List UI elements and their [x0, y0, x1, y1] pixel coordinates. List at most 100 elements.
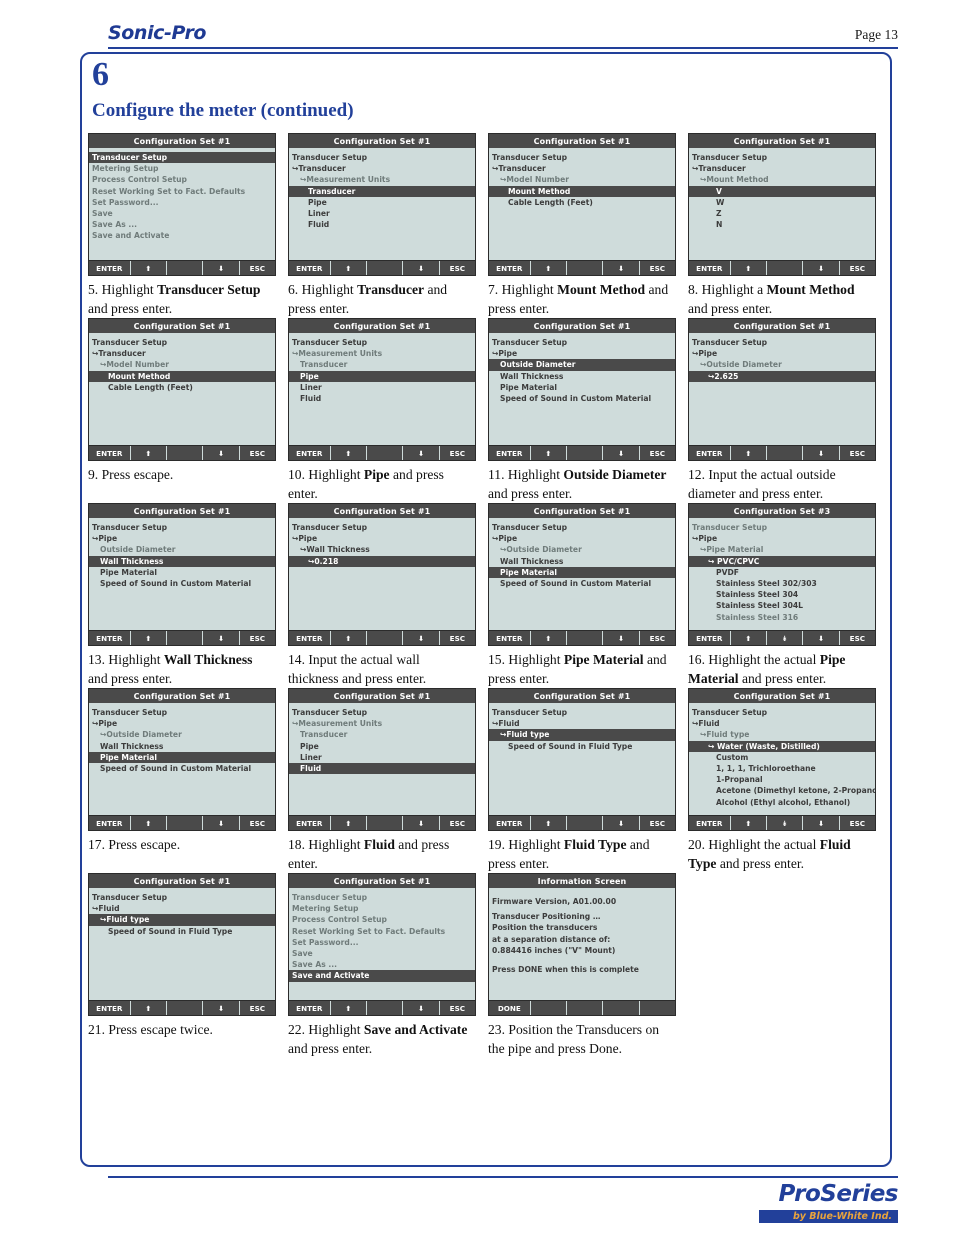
lcd-menu-item[interactable]: ↪Pipe	[89, 718, 275, 729]
lcd-menu-item[interactable]: Cable Length (Feet)	[89, 382, 275, 393]
softkey-enter[interactable]: ENTER	[89, 446, 131, 460]
lcd-menu-item-selected[interactable]: ↪2.625	[689, 370, 875, 382]
softkey-esc[interactable]: ESC	[840, 631, 875, 645]
lcd-menu-item[interactable]: PVDF	[689, 567, 875, 578]
lcd-menu-item[interactable]: ↪Pipe	[489, 533, 675, 544]
arrow-up-icon[interactable]: ⬆	[731, 631, 767, 645]
softkey-enter[interactable]: ENTER	[289, 816, 331, 830]
softkey-blank[interactable]	[167, 1001, 204, 1015]
arrow-up-icon[interactable]: ⬆	[531, 631, 567, 645]
softkey-blank[interactable]	[640, 1001, 675, 1015]
softkey-esc[interactable]: ESC	[640, 446, 675, 460]
softkey-blank[interactable]	[167, 631, 204, 645]
lcd-menu-item[interactable]: ↪Model Number	[489, 174, 675, 185]
arrow-up-icon[interactable]: ⬆	[531, 261, 567, 275]
lcd-menu-item[interactable]: ↪Fluid	[489, 718, 675, 729]
lcd-menu-item[interactable]: Pipe	[289, 741, 475, 752]
arrow-up-icon[interactable]: ⬆	[131, 446, 167, 460]
lcd-menu-item[interactable]: 1-Propanal	[689, 774, 875, 785]
softkey-blank[interactable]	[367, 816, 404, 830]
lcd-menu-item[interactable]: Press DONE when this is complete	[489, 964, 675, 975]
arrow-up-icon[interactable]: ⬆	[331, 1001, 367, 1015]
lcd-menu-item-selected[interactable]: Pipe Material	[89, 751, 275, 763]
lcd-menu-item[interactable]: Metering Setup	[289, 903, 475, 914]
softkey-esc[interactable]: ESC	[440, 631, 475, 645]
softkey-blank[interactable]	[367, 1001, 404, 1015]
lcd-menu-item[interactable]: ↪Transducer	[489, 163, 675, 174]
lcd-menu-item[interactable]: Transducer Setup	[689, 522, 875, 533]
lcd-menu-item[interactable]: 0.884416 inches ("V" Mount)	[489, 945, 675, 956]
lcd-menu-item-selected[interactable]: ↪Fluid type	[489, 729, 675, 741]
arrow-down-icon[interactable]: ⬇	[203, 1001, 240, 1015]
lcd-menu-item[interactable]: Outside Diameter	[89, 544, 275, 555]
lcd-menu-item[interactable]: Save As ...	[89, 219, 275, 230]
arrow-up-icon[interactable]: ⬆	[331, 446, 367, 460]
arrow-down-icon[interactable]: ⬇	[603, 631, 640, 645]
softkey-enter[interactable]: ENTER	[689, 261, 731, 275]
softkey-esc[interactable]: ESC	[440, 816, 475, 830]
softkey-enter[interactable]: ENTER	[289, 631, 331, 645]
lcd-menu-item[interactable]: Set Password...	[289, 937, 475, 948]
lcd-menu-item-selected[interactable]: Mount Method	[489, 185, 675, 197]
page-down-icon[interactable]: ↡	[767, 631, 804, 645]
lcd-menu-item[interactable]: ↪Measurement Units	[289, 718, 475, 729]
softkey-blank[interactable]	[603, 1001, 640, 1015]
arrow-down-icon[interactable]: ⬇	[403, 816, 440, 830]
arrow-down-icon[interactable]: ⬇	[403, 446, 440, 460]
lcd-menu-item[interactable]: ↪Pipe	[289, 533, 475, 544]
lcd-menu-item[interactable]: Alcohol (Ethyl alcohol, Ethanol)	[689, 797, 875, 808]
lcd-menu-item[interactable]: Transducer Positioning …	[489, 911, 675, 922]
softkey-enter[interactable]: ENTER	[489, 261, 531, 275]
arrow-down-icon[interactable]: ⬇	[403, 631, 440, 645]
lcd-menu-item[interactable]: Stainless Steel 302/303	[689, 578, 875, 589]
lcd-menu-item[interactable]: ↪Transducer	[689, 163, 875, 174]
lcd-menu-item[interactable]: Liner	[289, 752, 475, 763]
softkey-blank[interactable]	[167, 816, 204, 830]
lcd-menu-item[interactable]: Speed of Sound in Custom Material	[89, 578, 275, 589]
lcd-menu-item[interactable]: Z	[689, 208, 875, 219]
lcd-menu-item[interactable]: Speed of Sound in Custom Material	[489, 578, 675, 589]
lcd-menu-item[interactable]: Transducer Setup	[689, 152, 875, 163]
lcd-menu-item[interactable]: Transducer Setup	[289, 337, 475, 348]
page-down-icon[interactable]: ↡	[767, 816, 804, 830]
lcd-menu-item[interactable]: Transducer	[289, 729, 475, 740]
lcd-menu-item[interactable]: ↪Pipe Material	[689, 544, 875, 555]
arrow-up-icon[interactable]: ⬆	[731, 816, 767, 830]
arrow-down-icon[interactable]: ⬇	[403, 1001, 440, 1015]
softkey-blank[interactable]	[767, 446, 804, 460]
lcd-menu-item[interactable]: 1, 1, 1, Trichloroethane	[689, 763, 875, 774]
lcd-menu-item[interactable]: Speed of Sound in Fluid Type	[89, 926, 275, 937]
lcd-menu-item[interactable]: Transducer	[289, 359, 475, 370]
lcd-menu-item[interactable]: ↪Fluid	[89, 903, 275, 914]
softkey-esc[interactable]: ESC	[840, 816, 875, 830]
lcd-menu-item[interactable]: ↪Transducer	[89, 348, 275, 359]
lcd-menu-item[interactable]: Transducer Setup	[89, 337, 275, 348]
lcd-menu-item-selected[interactable]: Transducer	[289, 185, 475, 197]
lcd-menu-item[interactable]: Position the transducers	[489, 922, 675, 933]
lcd-menu-item[interactable]: ↪Mount Method	[689, 174, 875, 185]
lcd-menu-item[interactable]: ↪Measurement Units	[289, 348, 475, 359]
lcd-menu-item[interactable]: Transducer Setup	[689, 707, 875, 718]
lcd-menu-item[interactable]: Pipe Material	[489, 382, 675, 393]
softkey-enter[interactable]: ENTER	[89, 1001, 131, 1015]
softkey-blank[interactable]	[167, 261, 204, 275]
lcd-menu-item-selected[interactable]: ↪0.218	[289, 555, 475, 567]
softkey-esc[interactable]: ESC	[240, 816, 275, 830]
lcd-menu-item[interactable]: Stainless Steel 304	[689, 589, 875, 600]
softkey-enter[interactable]: ENTER	[689, 816, 731, 830]
lcd-menu-item[interactable]: ↪Pipe	[689, 533, 875, 544]
lcd-menu-item[interactable]: Wall Thickness	[489, 556, 675, 567]
softkey-esc[interactable]: ESC	[240, 1001, 275, 1015]
softkey-enter[interactable]: ENTER	[289, 1001, 331, 1015]
arrow-down-icon[interactable]: ⬇	[603, 261, 640, 275]
arrow-up-icon[interactable]: ⬆	[331, 631, 367, 645]
softkey-blank[interactable]	[367, 631, 404, 645]
lcd-menu-item[interactable]: Liner	[289, 382, 475, 393]
lcd-menu-item[interactable]: Stainless Steel 316	[689, 612, 875, 623]
arrow-down-icon[interactable]: ⬇	[203, 631, 240, 645]
arrow-up-icon[interactable]: ⬆	[131, 1001, 167, 1015]
softkey-enter[interactable]: ENTER	[289, 446, 331, 460]
lcd-menu-item-selected[interactable]: V	[689, 185, 875, 197]
lcd-menu-item[interactable]: Save	[289, 948, 475, 959]
arrow-down-icon[interactable]: ⬇	[803, 816, 840, 830]
